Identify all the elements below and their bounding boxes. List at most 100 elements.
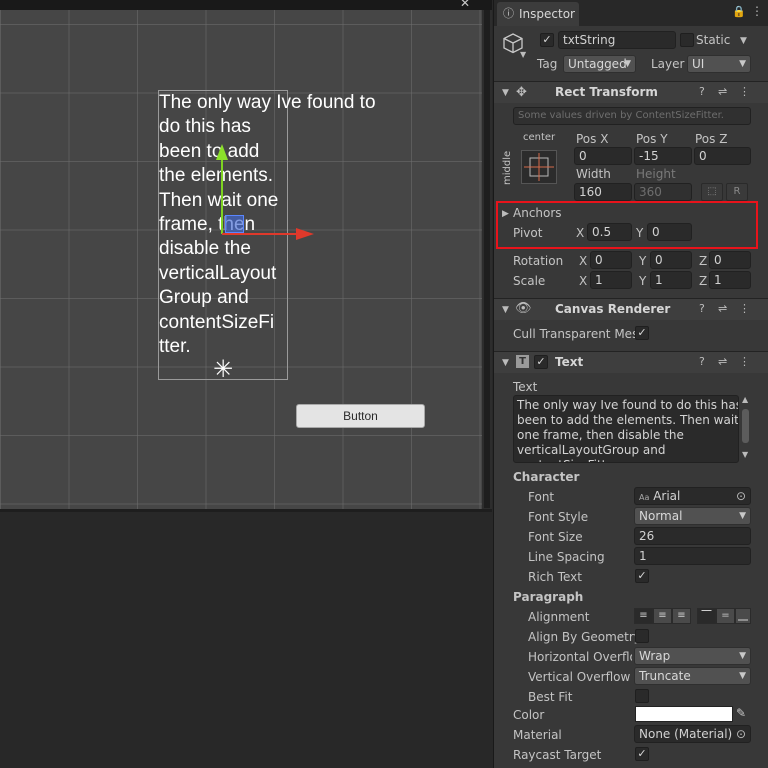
align-left-button[interactable]: ≡ [634, 608, 653, 624]
tab-inspector[interactable]: ⓘ Inspector [497, 2, 579, 26]
scroll-up-icon[interactable]: ▲ [742, 395, 748, 404]
align-center-button[interactable]: ≡ [653, 608, 672, 624]
text-enabled-checkbox[interactable]: ✓ [534, 355, 548, 369]
static-checkbox[interactable] [680, 33, 694, 47]
color-swatch[interactable] [635, 706, 733, 722]
static-dropdown-caret[interactable]: ▼ [740, 36, 747, 46]
scene-scrollbar-thumb[interactable] [484, 10, 490, 508]
alignment-label: Alignment [528, 610, 590, 624]
anchor-h-label: center [523, 132, 556, 143]
icon-dropdown-caret[interactable]: ▼ [520, 50, 526, 59]
more-icon[interactable]: ⋮ [739, 85, 750, 98]
pos-x-label: Pos X [576, 132, 609, 146]
text-area[interactable]: The only way Ive found to do this has be… [513, 395, 739, 463]
settings-icon[interactable]: ⇌ [718, 85, 727, 98]
align-top-button[interactable]: ⎺ [697, 608, 716, 624]
best-fit-label: Best Fit [528, 690, 573, 704]
horizontal-overflow-dropdown[interactable]: Wrap ▼ [634, 647, 751, 665]
width-field[interactable]: 160 [574, 183, 632, 201]
raycast-target-checkbox[interactable]: ✓ [635, 747, 649, 761]
scene-ui-button[interactable]: Button [296, 404, 425, 428]
rich-text-checkbox[interactable]: ✓ [635, 569, 649, 583]
move-gizmo-x-arrow[interactable] [296, 228, 314, 240]
tag-label: Tag [537, 57, 558, 71]
text-component-icon: T [516, 355, 529, 368]
chevron-down-icon: ▼ [624, 59, 631, 69]
fold-arrow-icon[interactable]: ▼ [502, 358, 509, 368]
move-gizmo-x-axis[interactable] [222, 233, 298, 235]
pos-z-label: Pos Z [695, 132, 728, 146]
gameobject-active-checkbox[interactable]: ✓ [540, 33, 554, 47]
pos-z-field[interactable]: 0 [694, 147, 751, 165]
rotation-label: Rotation [513, 254, 564, 268]
chevron-down-icon: ▼ [739, 651, 746, 661]
text-area-scroll-thumb[interactable] [742, 409, 749, 443]
blueprint-mode-button[interactable]: ⬚ [701, 183, 723, 201]
material-label: Material [513, 728, 562, 742]
chevron-down-icon: ▼ [739, 671, 746, 681]
settings-icon[interactable]: ⇌ [718, 302, 727, 315]
gameobject-name-field[interactable]: txtString [558, 31, 676, 49]
move-gizmo-y-axis[interactable] [221, 158, 223, 234]
raw-edit-button[interactable]: R [726, 183, 748, 201]
more-icon[interactable]: ⋮ [739, 355, 750, 368]
more-icon[interactable]: ⋮ [751, 4, 763, 18]
text-area-scrollbar[interactable]: ▲ ▼ [740, 395, 751, 463]
fold-arrow-icon[interactable]: ▼ [502, 88, 509, 98]
close-icon[interactable]: ✕ [458, 0, 472, 10]
pos-x-field[interactable]: 0 [574, 147, 632, 165]
horizontal-overflow-label: Horizontal Overflow [528, 650, 632, 664]
settings-icon[interactable]: ⇌ [718, 355, 727, 368]
best-fit-checkbox[interactable] [635, 689, 649, 703]
rotation-y-field[interactable]: 0 [650, 251, 692, 269]
rotation-y-label: Y [639, 254, 647, 268]
scene-divider [0, 509, 492, 512]
align-right-button[interactable]: ≡ [672, 608, 691, 624]
rotation-z-field[interactable]: 0 [709, 251, 751, 269]
line-spacing-field[interactable]: 1 [634, 547, 751, 565]
help-icon[interactable]: ? [699, 355, 705, 368]
scroll-down-icon[interactable]: ▼ [742, 450, 748, 459]
font-asset-icon: Aa [639, 493, 650, 502]
scale-label: Scale [513, 274, 546, 288]
scale-y-field[interactable]: 1 [650, 271, 692, 289]
font-style-value: Normal [639, 509, 683, 523]
cull-transparent-checkbox[interactable]: ✓ [635, 326, 649, 340]
lock-icon[interactable]: 🔒 [732, 5, 746, 18]
eyedropper-icon[interactable]: ✎ [736, 706, 746, 720]
align-bottom-button[interactable]: ⎽ [735, 608, 751, 624]
chevron-down-icon: ▼ [739, 59, 746, 69]
align-middle-button[interactable]: = [716, 608, 735, 624]
font-style-dropdown[interactable]: Normal ▼ [634, 507, 751, 525]
pos-y-field[interactable]: -15 [634, 147, 692, 165]
object-picker-icon[interactable]: ⊙ [736, 488, 746, 504]
rotation-x-label: X [579, 254, 588, 268]
scale-x-field[interactable]: 1 [590, 271, 632, 289]
move-gizmo-center[interactable] [225, 215, 244, 233]
layer-value: UI [692, 57, 705, 71]
anchor-presets-button[interactable] [521, 150, 557, 184]
tag-dropdown[interactable]: Untagged ▼ [563, 55, 636, 73]
help-icon[interactable]: ? [699, 85, 705, 98]
object-picker-icon[interactable]: ⊙ [736, 726, 746, 742]
vertical-overflow-dropdown[interactable]: Truncate ▼ [634, 667, 751, 685]
align-by-geometry-checkbox[interactable] [635, 629, 649, 643]
rotation-x-field[interactable]: 0 [590, 251, 632, 269]
scale-z-field[interactable]: 1 [709, 271, 751, 289]
layer-dropdown[interactable]: UI ▼ [687, 55, 751, 73]
help-icon[interactable]: ? [699, 302, 705, 315]
move-gizmo-y-arrow[interactable] [216, 144, 228, 160]
material-field[interactable]: None (Material) ⊙ [634, 725, 751, 743]
font-field[interactable]: Aa Arial ⊙ [634, 487, 751, 505]
scene-view[interactable]: ✕ The only way Ive found to do this has … [0, 0, 492, 512]
character-section-label: Character [513, 470, 580, 484]
pivot-icon[interactable]: ✳ [210, 356, 236, 382]
layer-label: Layer [651, 57, 685, 71]
driven-values-note: Some values driven by ContentSizeFitter. [513, 107, 751, 125]
more-icon[interactable]: ⋮ [739, 302, 750, 315]
fold-arrow-icon[interactable]: ▼ [502, 305, 509, 315]
font-size-field[interactable]: 26 [634, 527, 751, 545]
horizontal-overflow-value: Wrap [639, 649, 671, 663]
canvas-renderer-title: Canvas Renderer [555, 302, 671, 316]
anchor-v-label: middle [502, 150, 513, 185]
